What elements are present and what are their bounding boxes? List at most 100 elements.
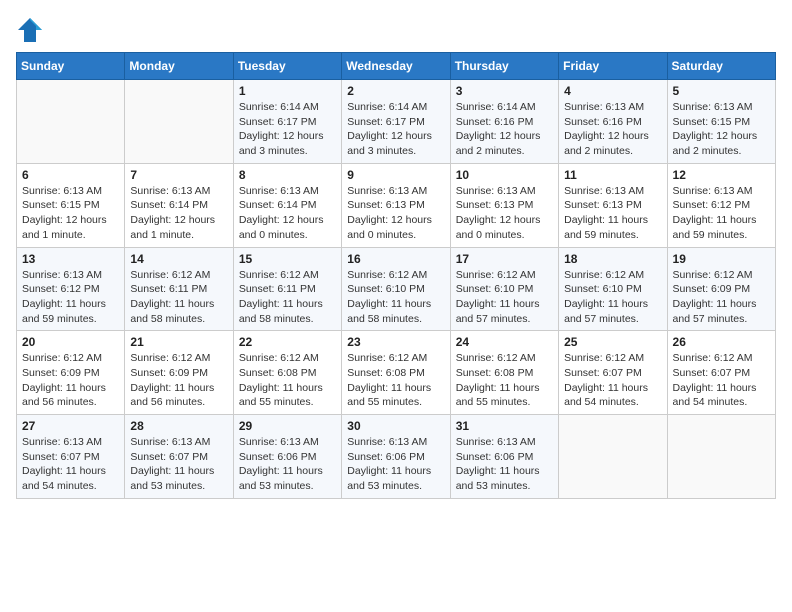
day-number: 2	[347, 84, 444, 98]
day-info: Sunrise: 6:13 AMSunset: 6:15 PMDaylight:…	[22, 184, 119, 243]
calendar-cell: 10Sunrise: 6:13 AMSunset: 6:13 PMDayligh…	[450, 163, 558, 247]
day-info: Sunrise: 6:13 AMSunset: 6:06 PMDaylight:…	[347, 435, 444, 494]
calendar-cell: 23 Sunrise: 6:12 AMSunset: 6:08 PMDayligh…	[342, 331, 450, 415]
calendar-cell: 13Sunrise: 6:13 AMSunset: 6:12 PMDayligh…	[17, 247, 125, 331]
day-info: Sunrise: 6:13 AMSunset: 6:07 PMDaylight:…	[130, 435, 227, 494]
weekday-header: Monday	[125, 53, 233, 80]
calendar-cell: 25 Sunrise: 6:12 AMSunset: 6:07 PMDayligh…	[559, 331, 667, 415]
calendar-cell: 20 Sunrise: 6:12 AMSunset: 6:09 PMDayligh…	[17, 331, 125, 415]
day-number: 16	[347, 252, 444, 266]
calendar-week: 1Sunrise: 6:14 AMSunset: 6:17 PMDaylight…	[17, 80, 776, 164]
day-number: 9	[347, 168, 444, 182]
day-number: 31	[456, 419, 553, 433]
day-number: 7	[130, 168, 227, 182]
day-info: Sunrise: 6:12 AMSunset: 6:10 PMDaylight:…	[456, 268, 553, 327]
day-number: 5	[673, 84, 770, 98]
day-number: 14	[130, 252, 227, 266]
calendar-cell: 24Sunrise: 6:12 AMSunset: 6:08 PMDayligh…	[450, 331, 558, 415]
day-number: 25	[564, 335, 661, 349]
calendar-cell: 29 Sunrise: 6:13 AMSunset: 6:06 PMDayligh…	[233, 415, 341, 499]
day-info: Sunrise: 6:12 AMSunset: 6:09 PMDaylight:…	[130, 351, 227, 410]
calendar-cell	[667, 415, 775, 499]
calendar-cell: 22 Sunrise: 6:12 AMSunset: 6:08 PMDayligh…	[233, 331, 341, 415]
calendar-cell: 18Sunrise: 6:12 AMSunset: 6:10 PMDayligh…	[559, 247, 667, 331]
calendar-cell: 21 Sunrise: 6:12 AMSunset: 6:09 PMDayligh…	[125, 331, 233, 415]
day-number: 15	[239, 252, 336, 266]
day-number: 30	[347, 419, 444, 433]
calendar-week: 13Sunrise: 6:13 AMSunset: 6:12 PMDayligh…	[17, 247, 776, 331]
day-number: 18	[564, 252, 661, 266]
calendar-cell: 6Sunrise: 6:13 AMSunset: 6:15 PMDaylight…	[17, 163, 125, 247]
weekday-header: Friday	[559, 53, 667, 80]
day-info: Sunrise: 6:12 AMSunset: 6:07 PMDaylight:…	[673, 351, 770, 410]
calendar-cell: 5 Sunrise: 6:13 AMSunset: 6:15 PMDaylight…	[667, 80, 775, 164]
calendar-cell: 11 Sunrise: 6:13 AMSunset: 6:13 PMDayligh…	[559, 163, 667, 247]
day-number: 8	[239, 168, 336, 182]
day-number: 22	[239, 335, 336, 349]
calendar-header: SundayMondayTuesdayWednesdayThursdayFrid…	[17, 53, 776, 80]
day-info: Sunrise: 6:13 AMSunset: 6:12 PMDaylight:…	[22, 268, 119, 327]
day-number: 24	[456, 335, 553, 349]
page-header	[16, 16, 776, 44]
weekday-header: Wednesday	[342, 53, 450, 80]
day-info: Sunrise: 6:12 AMSunset: 6:09 PMDaylight:…	[22, 351, 119, 410]
calendar-cell: 12Sunrise: 6:13 AMSunset: 6:12 PMDayligh…	[667, 163, 775, 247]
day-number: 21	[130, 335, 227, 349]
day-number: 26	[673, 335, 770, 349]
day-number: 17	[456, 252, 553, 266]
day-info: Sunrise: 6:12 AMSunset: 6:09 PMDaylight:…	[673, 268, 770, 327]
calendar-cell: 3 Sunrise: 6:14 AMSunset: 6:16 PMDaylight…	[450, 80, 558, 164]
day-info: Sunrise: 6:12 AMSunset: 6:11 PMDaylight:…	[130, 268, 227, 327]
calendar-table: SundayMondayTuesdayWednesdayThursdayFrid…	[16, 52, 776, 499]
weekday-header: Saturday	[667, 53, 775, 80]
logo-icon	[16, 16, 44, 44]
logo	[16, 16, 48, 44]
day-number: 19	[673, 252, 770, 266]
day-info: Sunrise: 6:14 AMSunset: 6:16 PMDaylight:…	[456, 100, 553, 159]
day-number: 23	[347, 335, 444, 349]
calendar-week: 20 Sunrise: 6:12 AMSunset: 6:09 PMDayligh…	[17, 331, 776, 415]
calendar-cell: 31 Sunrise: 6:13 AMSunset: 6:06 PMDayligh…	[450, 415, 558, 499]
calendar-cell	[17, 80, 125, 164]
calendar-cell: 17 Sunrise: 6:12 AMSunset: 6:10 PMDayligh…	[450, 247, 558, 331]
weekday-header: Thursday	[450, 53, 558, 80]
day-number: 20	[22, 335, 119, 349]
day-info: Sunrise: 6:13 AMSunset: 6:06 PMDaylight:…	[456, 435, 553, 494]
calendar-cell: 15 Sunrise: 6:12 AMSunset: 6:11 PMDayligh…	[233, 247, 341, 331]
calendar-cell: 7 Sunrise: 6:13 AMSunset: 6:14 PMDaylight…	[125, 163, 233, 247]
day-info: Sunrise: 6:12 AMSunset: 6:08 PMDaylight:…	[347, 351, 444, 410]
calendar-cell	[559, 415, 667, 499]
day-info: Sunrise: 6:13 AMSunset: 6:06 PMDaylight:…	[239, 435, 336, 494]
day-info: Sunrise: 6:13 AMSunset: 6:15 PMDaylight:…	[673, 100, 770, 159]
day-number: 11	[564, 168, 661, 182]
day-info: Sunrise: 6:13 AMSunset: 6:13 PMDaylight:…	[456, 184, 553, 243]
calendar-body: 1Sunrise: 6:14 AMSunset: 6:17 PMDaylight…	[17, 80, 776, 499]
calendar-cell: 1Sunrise: 6:14 AMSunset: 6:17 PMDaylight…	[233, 80, 341, 164]
calendar-cell: 9 Sunrise: 6:13 AMSunset: 6:13 PMDaylight…	[342, 163, 450, 247]
day-number: 1	[239, 84, 336, 98]
day-info: Sunrise: 6:13 AMSunset: 6:14 PMDaylight:…	[239, 184, 336, 243]
day-number: 27	[22, 419, 119, 433]
day-number: 4	[564, 84, 661, 98]
calendar-cell: 19 Sunrise: 6:12 AMSunset: 6:09 PMDayligh…	[667, 247, 775, 331]
calendar-week: 6Sunrise: 6:13 AMSunset: 6:15 PMDaylight…	[17, 163, 776, 247]
day-info: Sunrise: 6:13 AMSunset: 6:13 PMDaylight:…	[347, 184, 444, 243]
day-info: Sunrise: 6:13 AMSunset: 6:12 PMDaylight:…	[673, 184, 770, 243]
day-number: 3	[456, 84, 553, 98]
calendar-cell: 2Sunrise: 6:14 AMSunset: 6:17 PMDaylight…	[342, 80, 450, 164]
day-info: Sunrise: 6:13 AMSunset: 6:13 PMDaylight:…	[564, 184, 661, 243]
calendar-cell: 8 Sunrise: 6:13 AMSunset: 6:14 PMDaylight…	[233, 163, 341, 247]
calendar-cell: 27Sunrise: 6:13 AMSunset: 6:07 PMDayligh…	[17, 415, 125, 499]
day-info: Sunrise: 6:12 AMSunset: 6:08 PMDaylight:…	[239, 351, 336, 410]
day-info: Sunrise: 6:12 AMSunset: 6:07 PMDaylight:…	[564, 351, 661, 410]
day-info: Sunrise: 6:12 AMSunset: 6:11 PMDaylight:…	[239, 268, 336, 327]
weekday-header: Tuesday	[233, 53, 341, 80]
day-info: Sunrise: 6:13 AMSunset: 6:14 PMDaylight:…	[130, 184, 227, 243]
calendar-cell: 26 Sunrise: 6:12 AMSunset: 6:07 PMDayligh…	[667, 331, 775, 415]
calendar-cell: 16 Sunrise: 6:12 AMSunset: 6:10 PMDayligh…	[342, 247, 450, 331]
day-info: Sunrise: 6:12 AMSunset: 6:10 PMDaylight:…	[347, 268, 444, 327]
weekday-row: SundayMondayTuesdayWednesdayThursdayFrid…	[17, 53, 776, 80]
calendar-cell: 28Sunrise: 6:13 AMSunset: 6:07 PMDayligh…	[125, 415, 233, 499]
day-number: 29	[239, 419, 336, 433]
day-info: Sunrise: 6:13 AMSunset: 6:16 PMDaylight:…	[564, 100, 661, 159]
